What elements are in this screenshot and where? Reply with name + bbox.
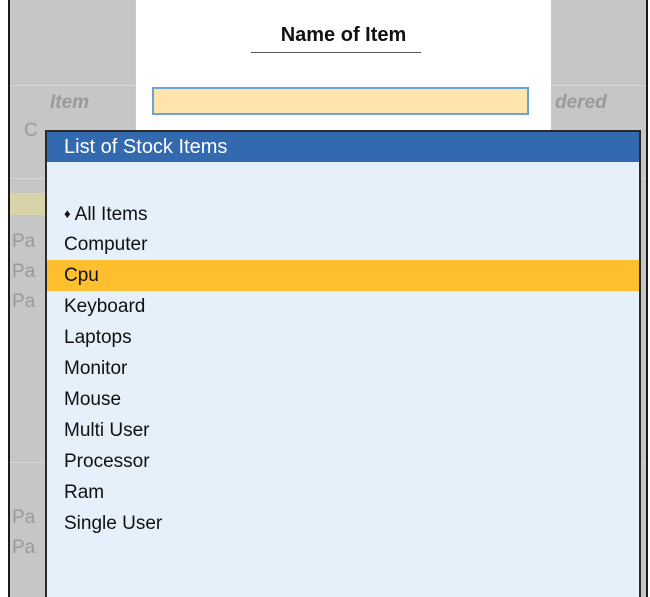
- background-row-text: Pa: [12, 537, 36, 558]
- stock-list-item-label: All Items: [74, 204, 148, 225]
- name-of-item-title: Name of Item: [280, 24, 407, 46]
- stock-list-item[interactable]: Monitor: [47, 353, 639, 384]
- stock-list-item-label: Processor: [64, 451, 150, 472]
- stock-list-item-label: Multi User: [64, 420, 150, 441]
- background-ordered-header: dered: [555, 92, 607, 113]
- diamond-icon: ♦: [64, 206, 71, 221]
- background-row-text: Pa: [12, 231, 36, 252]
- stock-list-item-label: Laptops: [64, 327, 132, 348]
- background-highlight-row: [10, 193, 50, 215]
- item-name-input[interactable]: [152, 87, 529, 115]
- background-row-text: Pa: [12, 261, 36, 282]
- stock-list-item[interactable]: Single User: [47, 508, 639, 539]
- stock-list-item-label: Cpu: [64, 265, 99, 286]
- stock-list-item[interactable]: Cpu: [47, 260, 639, 291]
- title-underline: [251, 52, 421, 53]
- stock-list-item[interactable]: ♦ All Items: [47, 198, 639, 229]
- background-row-text: Pa: [12, 507, 36, 528]
- stock-list-item[interactable]: Computer: [47, 229, 639, 260]
- stock-list-item[interactable]: Multi User: [47, 415, 639, 446]
- stock-items-list: List of Stock Items ♦ All Items Computer Cp…: [45, 130, 641, 597]
- stock-list-item-label: Single User: [64, 513, 163, 534]
- stock-list-item-label: Keyboard: [64, 296, 146, 317]
- background-fragment: C: [24, 120, 38, 141]
- stock-list-item[interactable]: Ram: [47, 477, 639, 508]
- app-frame: Item C dered Pa Pa Pa Pa Pa Name of Item…: [8, 0, 648, 597]
- background-item-header: Item: [50, 92, 90, 113]
- background-row-text: Pa: [12, 291, 36, 312]
- stock-list-items: ♦ All Items Computer Cpu Keyboard Laptops Moni…: [47, 198, 639, 539]
- stock-list-item-label: Monitor: [64, 358, 128, 379]
- stock-list-item[interactable]: Mouse: [47, 384, 639, 415]
- stock-list-item[interactable]: Processor: [47, 446, 639, 477]
- name-of-item-dialog: Name of Item: [136, 0, 551, 130]
- stock-list-item-label: Computer: [64, 234, 148, 255]
- stock-list-item[interactable]: Keyboard: [47, 291, 639, 322]
- stock-list-item[interactable]: Laptops: [47, 322, 639, 353]
- stock-list-item-label: Ram: [64, 482, 105, 503]
- stock-list-item-label: Mouse: [64, 389, 122, 410]
- stock-list-title: List of Stock Items: [47, 132, 639, 162]
